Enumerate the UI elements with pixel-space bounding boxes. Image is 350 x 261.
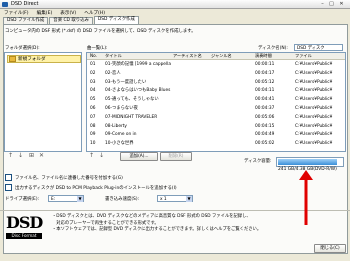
- arrow-head: [299, 170, 313, 180]
- app-window: DSD Direct – □ ✕ ファイル(F) 編集(E) 表示(V) ヘルプ…: [0, 0, 350, 261]
- red-arrow-annotation: [299, 170, 313, 225]
